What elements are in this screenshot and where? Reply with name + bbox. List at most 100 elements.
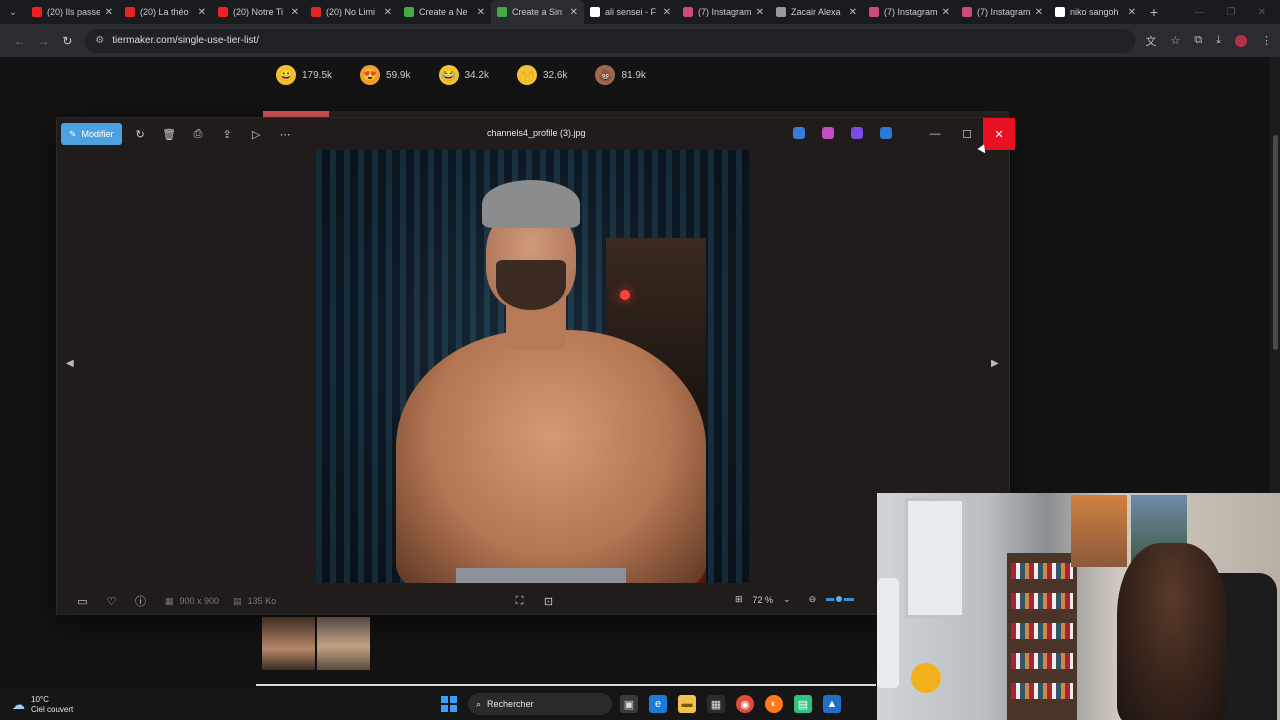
tab-close-icon[interactable]: ✕ xyxy=(942,7,950,18)
minimize-icon[interactable]: — xyxy=(1195,7,1205,18)
file-info-icon[interactable]: ⓘ xyxy=(126,593,155,609)
browser-tab[interactable]: (20) Ils passe ✕ xyxy=(26,0,119,24)
download-icon[interactable]: ⤓ xyxy=(1216,34,1221,47)
reaction-item[interactable]: 😍 59.9k xyxy=(360,65,411,85)
taskbar-search-label: Rechercher xyxy=(487,699,534,709)
forward-icon[interactable]: → xyxy=(32,34,56,48)
tab-favicon-icon xyxy=(125,7,135,17)
browser-tab[interactable]: (20) Notre Ti ✕ xyxy=(212,0,305,24)
tab-close-icon[interactable]: ✕ xyxy=(1035,7,1043,18)
new-tab-button[interactable]: + xyxy=(1142,4,1166,20)
reaction-item[interactable]: 😀 179.5k xyxy=(276,65,332,85)
tab-label: (20) No Limi xyxy=(326,7,376,17)
menu-kebab-icon[interactable]: ⋮ xyxy=(1261,34,1272,47)
slideshow-icon[interactable]: ▷ xyxy=(242,128,271,141)
previous-image-arrow-icon[interactable]: ◀ xyxy=(66,358,74,369)
site-info-icon[interactable]: ⚙ xyxy=(95,35,104,46)
browser-tab[interactable]: (7) Instagram ✕ xyxy=(863,0,956,24)
delete-icon[interactable]: 🗑 xyxy=(155,128,184,141)
browser-tab[interactable]: (20) La théo ✕ xyxy=(119,0,212,24)
weather-widget[interactable]: ☁ 10°C Ciel couvert xyxy=(12,695,73,715)
tab-close-icon[interactable]: ✕ xyxy=(849,7,857,18)
tab-close-icon[interactable]: ✕ xyxy=(105,7,113,18)
chrome-icon[interactable]: ◉ xyxy=(736,695,754,713)
edit-pencil-icon: ✎ xyxy=(69,128,77,139)
tab-close-icon[interactable]: ✕ xyxy=(291,7,299,18)
tab-close-icon[interactable]: ✕ xyxy=(1128,7,1136,18)
onedrive-icon[interactable] xyxy=(880,127,892,139)
filmstrip-icon[interactable]: ▭ xyxy=(68,595,97,608)
viewer-filename: channels4_profile (3).jpg xyxy=(487,128,586,138)
zoom-level[interactable]: 72 % xyxy=(753,595,774,605)
start-button[interactable] xyxy=(441,696,457,712)
weather-condition: Ciel couvert xyxy=(31,705,74,714)
reaction-item[interactable]: 🙌 32.6k xyxy=(516,65,568,85)
tab-label: (20) La théo xyxy=(140,7,189,17)
store-icon[interactable]: ▦ xyxy=(707,695,725,713)
app-icon[interactable]: ▤ xyxy=(794,695,812,713)
file-size: 135 Ko xyxy=(247,595,277,606)
reaction-count: 179.5k xyxy=(302,69,333,81)
reaction-item[interactable]: 😂 34.2k xyxy=(438,65,489,85)
file-explorer-icon[interactable]: ▬ xyxy=(678,695,696,713)
fit-to-window-icon[interactable]: ⛶ xyxy=(505,595,534,608)
browser-tab[interactable]: niko sangoh ✕ xyxy=(1049,0,1142,24)
image-dimensions: 900 x 900 xyxy=(179,595,220,606)
more-options-icon[interactable]: ⋯ xyxy=(271,128,300,141)
app-icon[interactable] xyxy=(851,127,863,139)
close-window-icon[interactable]: ✕ xyxy=(1258,7,1266,18)
viewer-close-button[interactable]: ✕ xyxy=(983,118,1015,150)
reload-icon[interactable]: ↻ xyxy=(56,34,80,48)
tier-item-thumbnail[interactable] xyxy=(262,617,315,670)
rotate-icon[interactable]: ↻ xyxy=(126,128,155,141)
profile-avatar[interactable] xyxy=(1234,34,1247,47)
reaction-count: 32.6k xyxy=(542,69,568,81)
tab-search-chevron-icon[interactable]: ⌄ xyxy=(0,0,26,24)
reaction-item[interactable]: 💩 81.9k xyxy=(595,65,646,85)
browser-tab[interactable]: ali sensei - F ✕ xyxy=(584,0,677,24)
clipchamp-icon[interactable] xyxy=(822,127,834,139)
tab-close-icon[interactable]: ✕ xyxy=(663,7,671,18)
reaction-emoji-icon: 🙌 xyxy=(516,65,537,85)
favorite-heart-icon[interactable]: ♡ xyxy=(97,595,126,608)
maximize-icon[interactable]: ❐ xyxy=(1227,7,1236,18)
zoom-dropdown-icon[interactable]: ⌄ xyxy=(783,594,791,605)
back-icon[interactable]: ← xyxy=(8,34,32,48)
taskbar-search[interactable]: ⌕ Rechercher xyxy=(468,693,612,715)
designer-icon[interactable] xyxy=(793,127,805,139)
viewer-minimize-icon[interactable]: — xyxy=(919,128,951,140)
browser-tab[interactable]: (7) Instagram ✕ xyxy=(956,0,1049,24)
address-bar[interactable]: ⚙ tiermaker.com/single-use-tier-list/ xyxy=(85,28,1136,53)
photos-app-icon[interactable]: ▲ xyxy=(823,695,841,713)
tier-item-thumbnail[interactable] xyxy=(317,617,370,670)
browser-tab[interactable]: (20) No Limi ✕ xyxy=(305,0,398,24)
zoom-mode-icon[interactable]: ⊞ xyxy=(735,594,743,605)
zoom-out-icon[interactable]: ⊖ xyxy=(809,594,817,605)
tab-close-icon[interactable]: ✕ xyxy=(198,7,206,18)
tab-favicon-icon xyxy=(869,7,879,17)
actual-size-icon[interactable]: ⊡ xyxy=(534,595,563,608)
viewer-maximize-icon[interactable]: ☐ xyxy=(951,128,983,141)
next-image-arrow-icon[interactable]: ▶ xyxy=(991,358,999,369)
share-icon[interactable]: ⇪ xyxy=(213,128,242,141)
zoom-slider[interactable] xyxy=(826,594,855,604)
browser-tab[interactable]: Create a Sin ✕ xyxy=(491,0,584,24)
edge-icon[interactable]: e xyxy=(649,695,667,713)
page-divider xyxy=(256,684,876,686)
bookmark-star-icon[interactable]: ☆ xyxy=(1170,34,1180,47)
extensions-icon[interactable]: ⧉ xyxy=(1194,34,1202,47)
reaction-bar: 😀 179.5k 😍 59.9k 😂 34.2k 🙌 32.6k 💩 81.9k xyxy=(276,65,646,85)
task-view-icon[interactable]: ▣ xyxy=(620,695,638,713)
reaction-count: 34.2k xyxy=(464,69,489,81)
edit-button[interactable]: ✎ Modifier xyxy=(61,123,122,145)
tab-close-icon[interactable]: ✕ xyxy=(756,7,764,18)
translate-icon[interactable]: 文 xyxy=(1145,33,1156,49)
print-icon[interactable]: ⎙ xyxy=(184,128,213,141)
browser-tab[interactable]: Create a Ne ✕ xyxy=(398,0,491,24)
tab-close-icon[interactable]: ✕ xyxy=(477,7,485,18)
firefox-icon[interactable]: ◐ xyxy=(765,695,783,713)
tab-close-icon[interactable]: ✕ xyxy=(570,7,578,18)
browser-tab[interactable]: (7) Instagram ✕ xyxy=(677,0,770,24)
tab-close-icon[interactable]: ✕ xyxy=(384,7,392,18)
browser-tab[interactable]: Zacair Alexa ✕ xyxy=(770,0,863,24)
